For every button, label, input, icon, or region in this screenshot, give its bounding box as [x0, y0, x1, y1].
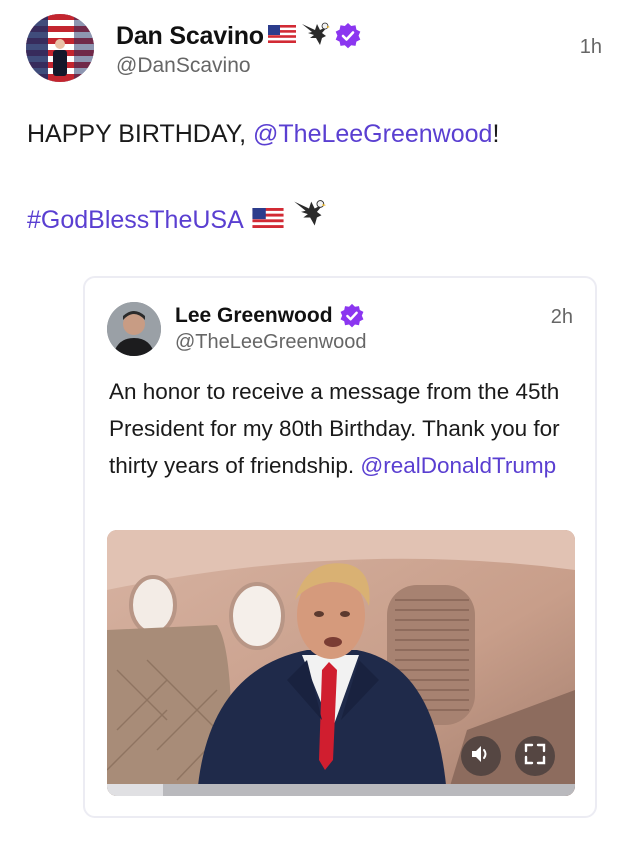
post-timestamp[interactable]: 1h	[580, 36, 602, 59]
video-player[interactable]	[107, 530, 575, 796]
quoted-name-row: Lee Greenwood	[175, 302, 367, 330]
verified-badge-icon	[334, 22, 362, 50]
quoted-post-card[interactable]: Lee Greenwood @TheLeeGreenwood 2h An hon…	[83, 276, 597, 818]
hashtag-link[interactable]: #GodBlessTheUSA	[27, 198, 244, 242]
quoted-author-handle[interactable]: @TheLeeGreenwood	[175, 331, 367, 354]
post-text-suffix: !	[492, 120, 500, 148]
quoted-display-name[interactable]: Lee Greenwood	[175, 304, 333, 328]
us-flag-icon	[252, 198, 284, 242]
video-progress-fill	[107, 784, 164, 796]
author-avatar[interactable]	[26, 14, 94, 82]
mention-link[interactable]: @TheLeeGreenwood	[253, 120, 492, 148]
mute-button[interactable]	[461, 736, 501, 776]
hashtag-line: #GodBlessTheUSA	[27, 197, 602, 243]
video-frame	[107, 530, 575, 796]
quoted-text: An honor to receive a message from the 4…	[109, 373, 579, 484]
post-header: Dan Scavino @DanScavino 1h	[26, 14, 602, 84]
verified-badge-icon	[339, 303, 365, 329]
author-block: Dan Scavino @DanScavino	[116, 20, 362, 78]
speaker-icon	[470, 744, 492, 769]
quoted-author-avatar[interactable]	[107, 302, 161, 356]
eagle-icon	[292, 197, 326, 243]
fullscreen-button[interactable]	[515, 736, 555, 776]
us-flag-icon	[267, 24, 296, 48]
post-text: HAPPY BIRTHDAY, @TheLeeGreenwood!	[27, 112, 602, 156]
author-display-name[interactable]: Dan Scavino	[116, 22, 264, 51]
quoted-mention-link[interactable]: @realDonaldTrump	[360, 453, 556, 478]
eagle-icon	[300, 20, 330, 53]
author-handle[interactable]: @DanScavino	[116, 54, 362, 78]
post-text-prefix: HAPPY BIRTHDAY,	[27, 120, 254, 148]
post-body: HAPPY BIRTHDAY, @TheLeeGreenwood! #GodBl…	[27, 112, 602, 243]
quoted-author-block: Lee Greenwood @TheLeeGreenwood	[175, 302, 367, 354]
fullscreen-icon	[524, 743, 546, 770]
quoted-timestamp[interactable]: 2h	[551, 306, 573, 329]
video-progress-bar[interactable]	[107, 784, 575, 796]
display-name-row: Dan Scavino	[116, 20, 362, 52]
